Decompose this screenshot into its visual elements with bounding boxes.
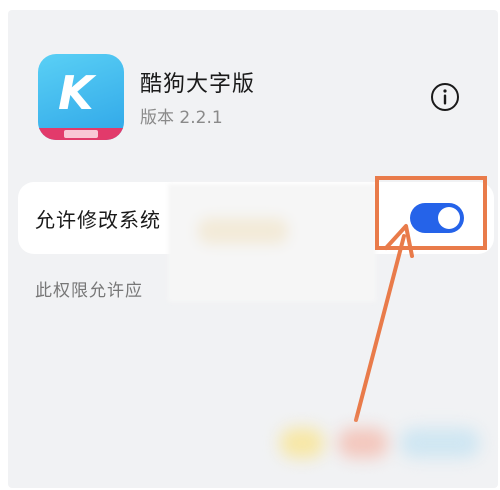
app-icon-stripe-mark (64, 130, 98, 138)
app-icon-letter: K (58, 66, 94, 120)
blurred-region (168, 184, 376, 302)
setting-label: 允许修改系统 (35, 208, 161, 232)
info-icon[interactable] (430, 82, 460, 112)
app-name: 酷狗大字版 (140, 72, 256, 97)
app-icon: K (38, 54, 124, 140)
setting-description: 此权限允许应 (35, 281, 143, 301)
app-version: 版本 2.2.1 (140, 108, 223, 128)
highlight-box (375, 176, 487, 250)
blurred-blob (198, 218, 288, 244)
watermark-blur (280, 418, 490, 470)
